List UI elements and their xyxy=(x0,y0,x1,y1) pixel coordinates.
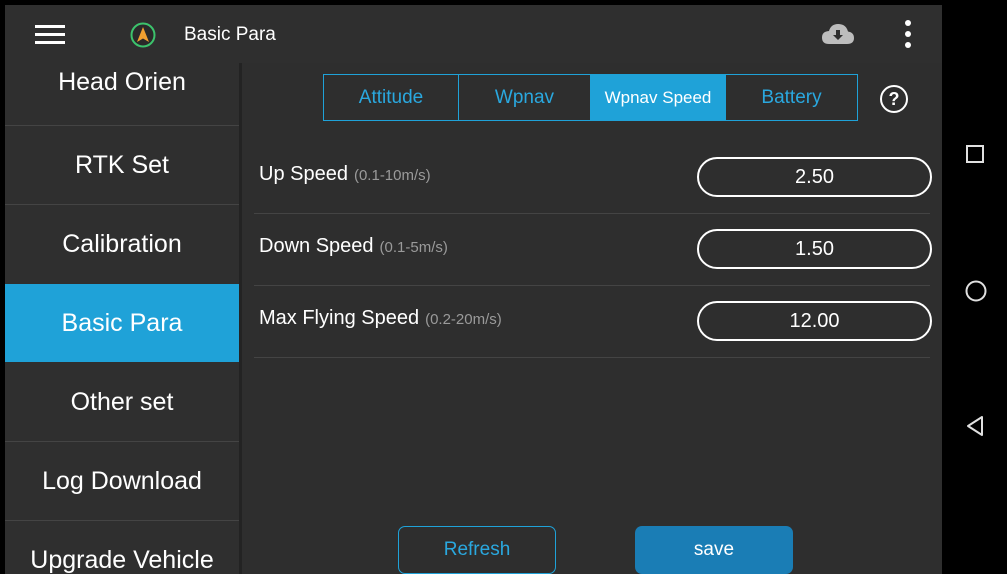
max-flying-speed-input[interactable] xyxy=(697,301,932,341)
tab-label: Battery xyxy=(761,86,822,108)
sidebar-item-rtk-set[interactable]: RTK Set xyxy=(5,126,239,204)
sidebar-item-label: Log Download xyxy=(42,466,202,495)
sidebar-item-label: Other set xyxy=(70,387,174,416)
sidebar-item-calibration[interactable]: Calibration xyxy=(5,205,239,283)
param-label: Max Flying Speed (0.2-20m/s) xyxy=(259,307,502,330)
triangle-back-icon[interactable] xyxy=(964,414,986,438)
main-panel: Attitude Wpnav Wpnav Speed Battery ? Up … xyxy=(242,63,942,574)
tab-label: Attitude xyxy=(358,86,424,108)
param-name: Down Speed xyxy=(259,235,374,257)
sidebar-item-head-orien[interactable]: Head Orien xyxy=(5,43,239,121)
system-nav-bar xyxy=(942,0,1007,574)
tab-label: Wpnav xyxy=(494,86,555,108)
tab-bar: Attitude Wpnav Wpnav Speed Battery xyxy=(323,74,858,121)
up-speed-input[interactable] xyxy=(697,157,932,197)
param-label: Up Speed (0.1-10m/s) xyxy=(259,163,431,186)
square-recent-apps-icon[interactable] xyxy=(964,143,986,165)
hamburger-menu-icon[interactable] xyxy=(35,25,65,45)
param-row-max-flying-speed: Max Flying Speed (0.2-20m/s) xyxy=(254,285,932,358)
sidebar-item-other-set[interactable]: Other set xyxy=(5,363,239,441)
param-row-up-speed: Up Speed (0.1-10m/s) xyxy=(254,141,932,214)
refresh-button[interactable]: Refresh xyxy=(398,526,556,574)
sidebar-item-label: Calibration xyxy=(62,229,182,258)
sidebar-item-log-download[interactable]: Log Download xyxy=(5,442,239,520)
sidebar: Head Orien RTK Set Calibration Basic Par… xyxy=(5,63,239,574)
sidebar-item-basic-para[interactable]: Basic Para xyxy=(5,284,239,362)
cloud-download-icon[interactable] xyxy=(821,23,855,45)
tab-battery[interactable]: Battery xyxy=(725,75,857,120)
tab-wpnav[interactable]: Wpnav xyxy=(458,75,590,120)
sidebar-item-upgrade-vehicle[interactable]: Upgrade Vehicle xyxy=(5,521,239,574)
param-row-down-speed: Down Speed (0.1-5m/s) xyxy=(254,213,932,286)
param-range: (0.1-5m/s) xyxy=(379,239,448,256)
param-label: Down Speed (0.1-5m/s) xyxy=(259,235,448,258)
tab-label: Wpnav Speed xyxy=(604,87,712,107)
down-speed-input[interactable] xyxy=(697,229,932,269)
more-vertical-icon[interactable] xyxy=(902,19,914,49)
param-range: (0.1-10m/s) xyxy=(353,167,431,184)
param-range: (0.2-20m/s) xyxy=(425,311,502,328)
help-icon[interactable]: ? xyxy=(880,85,908,113)
circle-home-icon[interactable] xyxy=(964,279,988,303)
sidebar-item-label: Basic Para xyxy=(61,308,183,337)
tab-wpnav-speed[interactable]: Wpnav Speed xyxy=(590,75,725,120)
tab-attitude[interactable]: Attitude xyxy=(324,75,458,120)
sidebar-item-label: Upgrade Vehicle xyxy=(30,545,214,574)
save-button[interactable]: save xyxy=(635,526,793,574)
param-name: Max Flying Speed xyxy=(259,307,420,329)
app-window: Basic Para Head Orien RTK Set Calibratio… xyxy=(5,5,942,574)
sidebar-item-label: RTK Set xyxy=(74,150,170,179)
param-name: Up Speed xyxy=(259,163,348,185)
sidebar-item-label: Head Orien xyxy=(58,67,186,96)
